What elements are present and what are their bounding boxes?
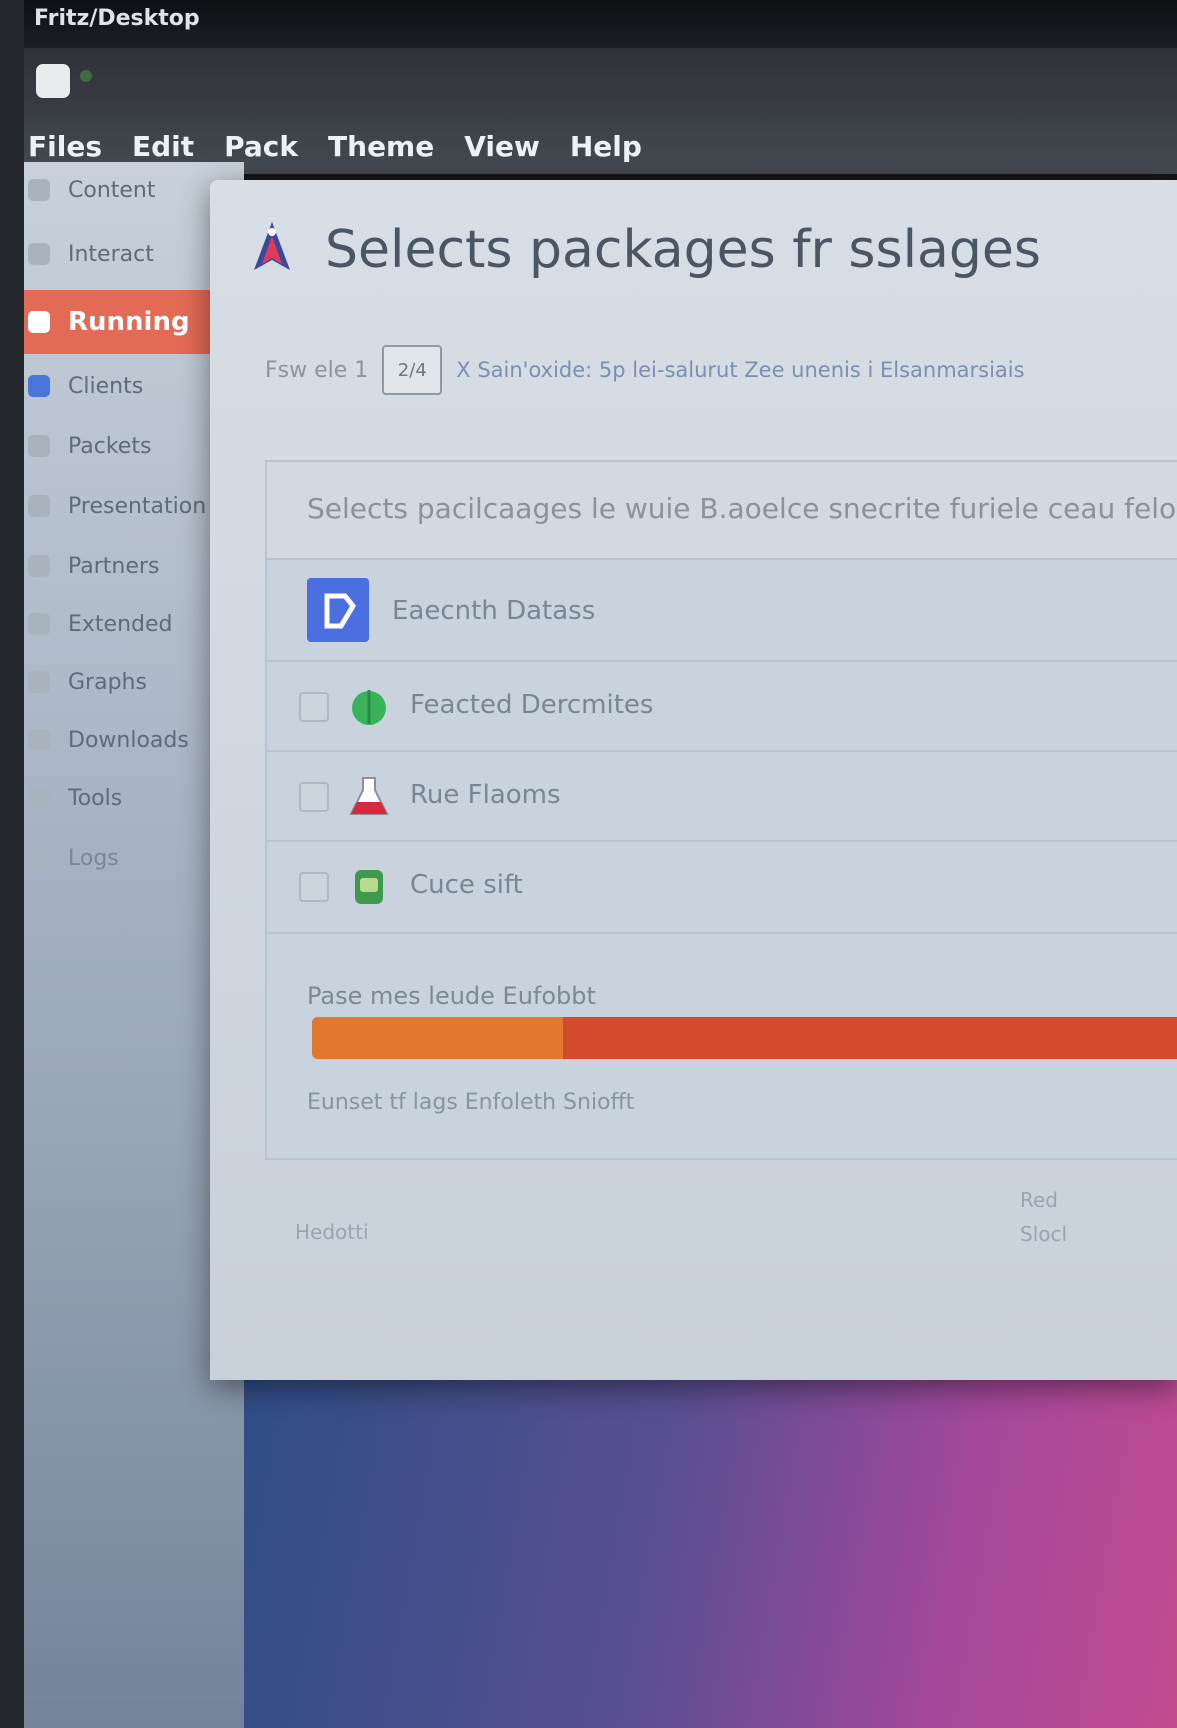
title-bar: Fritz/Desktop (24, 0, 1177, 48)
menu-files[interactable]: Files (28, 130, 102, 163)
sidebar-item-label: Packets (68, 433, 152, 459)
sidebar-item-presentation[interactable]: Presentation (24, 478, 220, 534)
dialog-title: Selects packages fr sslages (325, 220, 1041, 280)
flask-icon (349, 777, 389, 815)
step-input[interactable]: 2/4 (382, 345, 443, 395)
sidebar-item-label: Presentation (68, 493, 207, 519)
sidebar-item-clients[interactable]: Clients (24, 358, 220, 414)
package-row[interactable]: Rue Flaoms (267, 752, 1177, 842)
sidebar-item-label: Clients (68, 373, 144, 399)
desktop-wallpaper (244, 1370, 1177, 1728)
sidebar-item-label: Interact (68, 241, 154, 267)
package-row[interactable]: Feacted Dercmites (267, 662, 1177, 752)
sidebar-item-tools[interactable]: Tools (24, 770, 220, 826)
step-label: Fsw ele 1 (265, 357, 369, 383)
presentation-icon (28, 495, 50, 517)
panel-header-text: Selects pacilcaages le wuie B.aoelce sne… (307, 492, 1177, 525)
sidebar-item-label: Content (68, 177, 156, 203)
sidebar-item-packets[interactable]: Packets (24, 418, 220, 474)
running-icon (28, 311, 50, 333)
sidebar-item-partners[interactable]: Partners (24, 538, 220, 594)
window-title: Fritz/Desktop (34, 6, 200, 31)
progress-subtext: Eunset tf lags Enfoleth Sniofft (307, 1090, 635, 1115)
sidebar-item-extended[interactable]: Extended (24, 596, 220, 652)
packets-icon (28, 435, 50, 457)
sidebar-item-logs[interactable]: Logs (24, 830, 220, 886)
left-edge-strip (0, 0, 24, 1728)
progress-bar (312, 1017, 1177, 1059)
footer-right-line: Slocl (1020, 1222, 1068, 1246)
content-icon (28, 179, 50, 201)
package-blue-icon (307, 578, 369, 642)
app-logo-icon (254, 222, 290, 270)
divider (267, 932, 1177, 934)
sidebar-item-label: Running (68, 307, 190, 337)
menu-theme[interactable]: Theme (328, 130, 434, 163)
progress-bar-fill (312, 1017, 564, 1059)
package-name: Rue Flaoms (410, 780, 561, 810)
sidebar-item-label: Downloads (68, 727, 189, 753)
footer-right-line: Red (1020, 1188, 1058, 1212)
step-links[interactable]: X Sain'oxide: 5p lei-salurut Zee unenis … (456, 358, 1024, 382)
sidebar-item-content[interactable]: Content (24, 162, 220, 218)
package-row[interactable]: Eaecnth Datass (267, 558, 1177, 662)
package-name: Feacted Dercmites (410, 690, 654, 720)
package-checkbox[interactable] (299, 692, 329, 722)
sidebar-item-label: Tools (68, 785, 123, 811)
sidebar-item-label: Extended (68, 611, 173, 637)
sidebar-item-graphs[interactable]: Graphs (24, 654, 220, 710)
panel-header: Selects pacilcaages le wuie B.aoelce sne… (267, 462, 1177, 560)
clients-icon (28, 375, 50, 397)
green-leaf-icon (352, 690, 386, 725)
status-dot-icon (80, 70, 92, 82)
bug-icon (355, 870, 383, 904)
menu-pack[interactable]: Pack (224, 130, 298, 163)
package-name: Eaecnth Datass (392, 596, 596, 626)
extended-icon (28, 613, 50, 635)
tools-icon (28, 787, 50, 809)
logs-icon (28, 847, 50, 869)
package-selection-dialog: Selects packages fr sslages Fsw ele 1 2/… (210, 180, 1177, 1380)
downloads-icon (28, 729, 50, 751)
interact-icon (28, 243, 50, 265)
sidebar-item-running[interactable]: Running (24, 290, 220, 354)
menu-help[interactable]: Help (570, 130, 642, 163)
partners-icon (28, 555, 50, 577)
menu-view[interactable]: View (464, 130, 540, 163)
footer-left-text: Hedotti (295, 1220, 369, 1244)
menu-edit[interactable]: Edit (132, 130, 194, 163)
package-name: Cuce sift (410, 870, 523, 900)
sidebar-item-interact[interactable]: Interact (24, 226, 220, 282)
sidebar-item-label: Partners (68, 553, 160, 579)
package-row[interactable]: Cuce sift (267, 842, 1177, 932)
package-checkbox[interactable] (299, 872, 329, 902)
package-checkbox[interactable] (299, 782, 329, 812)
footer-right-text: Red Slocl (1020, 1183, 1067, 1251)
app-icon[interactable] (36, 64, 70, 98)
toolbar (24, 48, 1177, 118)
packages-panel: Selects pacilcaages le wuie B.aoelce sne… (265, 460, 1177, 1160)
step-indicator: Fsw ele 1 2/4 X Sain'oxide: 5p lei-salur… (265, 345, 1025, 395)
sidebar-item-downloads[interactable]: Downloads (24, 712, 220, 768)
progress-label: Pase mes leude Eufobbt (307, 982, 596, 1010)
sidebar-item-label: Graphs (68, 669, 147, 695)
graphs-icon (28, 671, 50, 693)
sidebar-item-label: Logs (68, 845, 119, 871)
